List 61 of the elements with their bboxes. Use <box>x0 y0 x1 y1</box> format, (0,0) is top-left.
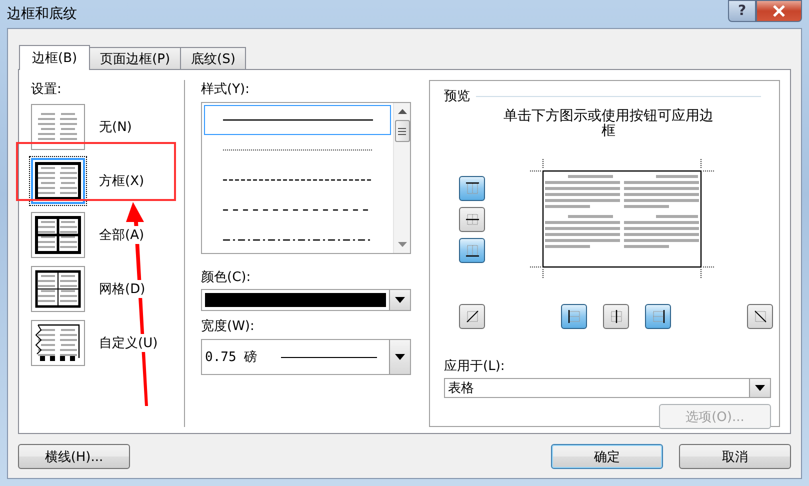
setting-label: 方框(X) <box>99 172 144 190</box>
close-icon <box>772 5 786 17</box>
width-value: 0.75 磅 <box>205 349 258 366</box>
setting-option[interactable] <box>31 320 85 366</box>
setting-label: 全部(A) <box>99 226 144 244</box>
setting-grid-icon <box>35 270 81 308</box>
border-toggle-button[interactable] <box>747 304 773 329</box>
cancel-button[interactable]: 取消 <box>679 444 791 469</box>
tab[interactable]: 页面边框(P) <box>89 47 182 69</box>
setting-label: 自定义(U) <box>99 334 158 352</box>
border-toggle-button[interactable] <box>459 176 485 200</box>
setting-option[interactable] <box>31 266 85 312</box>
style-label: 样式(Y): <box>201 81 250 98</box>
apply-to-value: 表格 <box>448 380 475 397</box>
apply-to-label: 应用于(L): <box>444 358 506 375</box>
scroll-up-icon[interactable] <box>398 109 406 114</box>
border-middle-icon <box>464 212 480 226</box>
border-bottom-icon <box>464 242 480 258</box>
close-button[interactable] <box>756 0 802 22</box>
line-style-icon <box>222 238 372 242</box>
dropdown-arrow-icon <box>395 354 406 360</box>
setting-label: 网格(D) <box>99 280 146 298</box>
line-sample-icon <box>281 356 378 358</box>
border-toggle-button[interactable] <box>561 304 587 329</box>
setting-label: 无(N) <box>99 118 132 136</box>
apply-to-dropdown[interactable]: 表格 <box>444 378 771 398</box>
border-toggle-button[interactable] <box>459 206 485 232</box>
tab[interactable]: 底纹(S) <box>180 47 246 69</box>
tab[interactable]: 边框(B) <box>19 45 90 70</box>
dropdown-arrow-icon <box>755 385 765 391</box>
setting-option[interactable] <box>31 158 85 204</box>
scroll-thumb[interactable] <box>394 120 410 142</box>
setting-option[interactable] <box>31 212 85 258</box>
border-toggle-button[interactable] <box>459 304 485 329</box>
border-toggle-button[interactable] <box>603 304 629 329</box>
scrollbar[interactable] <box>393 103 410 253</box>
help-button[interactable]: ? <box>728 0 756 22</box>
border-toggle-button[interactable] <box>645 304 671 329</box>
line-style-icon <box>222 118 372 122</box>
settings-label: 设置: <box>31 81 62 98</box>
setting-all-icon <box>35 216 81 254</box>
horizontal-line-button[interactable]: 横线(H)... <box>18 444 130 469</box>
scroll-down-icon[interactable] <box>398 242 406 247</box>
width-dropdown[interactable]: 0.75 磅 <box>201 339 411 375</box>
setting-custom-icon <box>35 324 81 362</box>
window-title: 边框和底纹 <box>7 5 77 23</box>
preview-hint: 单击下方图示或使用按钮可应用边框 <box>502 109 714 139</box>
border-toggle-button[interactable] <box>459 238 485 262</box>
border-left-icon <box>566 309 582 324</box>
border-right-icon <box>650 309 666 324</box>
line-style-icon <box>222 178 372 182</box>
border-top-icon <box>464 180 480 196</box>
width-label: 宽度(W): <box>201 318 256 335</box>
line-style-option[interactable] <box>204 105 391 135</box>
color-label: 颜色(C): <box>201 269 252 286</box>
preview-label: 预览 <box>444 88 470 105</box>
color-dropdown[interactable] <box>201 289 411 311</box>
dropdown-arrow-icon <box>395 297 405 303</box>
setting-box-icon <box>35 162 81 200</box>
ok-button[interactable]: 确定 <box>551 444 663 469</box>
line-style-icon <box>222 148 372 152</box>
